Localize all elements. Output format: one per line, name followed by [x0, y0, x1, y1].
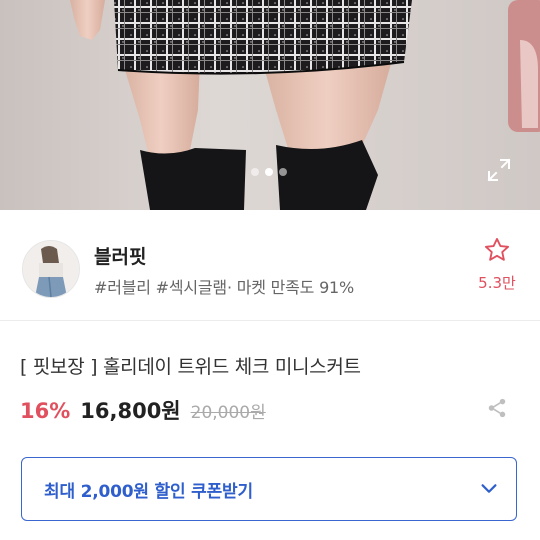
discount-rate: 16%	[20, 399, 71, 423]
shop-name[interactable]: 블러핏	[94, 242, 146, 269]
share-icon	[488, 398, 506, 418]
like-count: 5.3만	[478, 274, 516, 292]
price-row: 16% 16,800원 20,000원	[20, 395, 266, 425]
expand-arrows-icon	[487, 158, 511, 182]
pagination-dot-active[interactable]	[265, 168, 273, 176]
star-outline-icon	[484, 237, 510, 261]
chevron-down-icon	[481, 484, 497, 493]
original-price: 20,000원	[190, 403, 266, 423]
image-pagination[interactable]	[251, 168, 287, 176]
product-photo	[0, 0, 540, 210]
pagination-dot[interactable]	[251, 168, 259, 176]
like-button[interactable]: 5.3만	[472, 236, 522, 293]
sale-price: 16,800원	[80, 399, 181, 423]
shop-info[interactable]: 블러핏 #러블리 #섹시글램· 마켓 만족도 91% 5.3만	[0, 210, 540, 321]
fullscreen-button[interactable]	[486, 157, 512, 183]
pagination-dot[interactable]	[279, 168, 287, 176]
coupon-button[interactable]: 최대 2,000원 할인 쿠폰받기	[21, 457, 517, 521]
shop-avatar[interactable]	[22, 240, 80, 298]
coupon-label: 최대 2,000원 할인 쿠폰받기	[44, 481, 253, 502]
share-button[interactable]	[484, 395, 510, 421]
shop-tags: #러블리 #섹시글램· 마켓 만족도 91%	[94, 278, 355, 297]
product-image[interactable]	[0, 0, 540, 210]
avatar-image	[23, 241, 79, 297]
product-title: [ 핏보장 ] 홀리데이 트위드 체크 미니스커트	[20, 356, 361, 378]
